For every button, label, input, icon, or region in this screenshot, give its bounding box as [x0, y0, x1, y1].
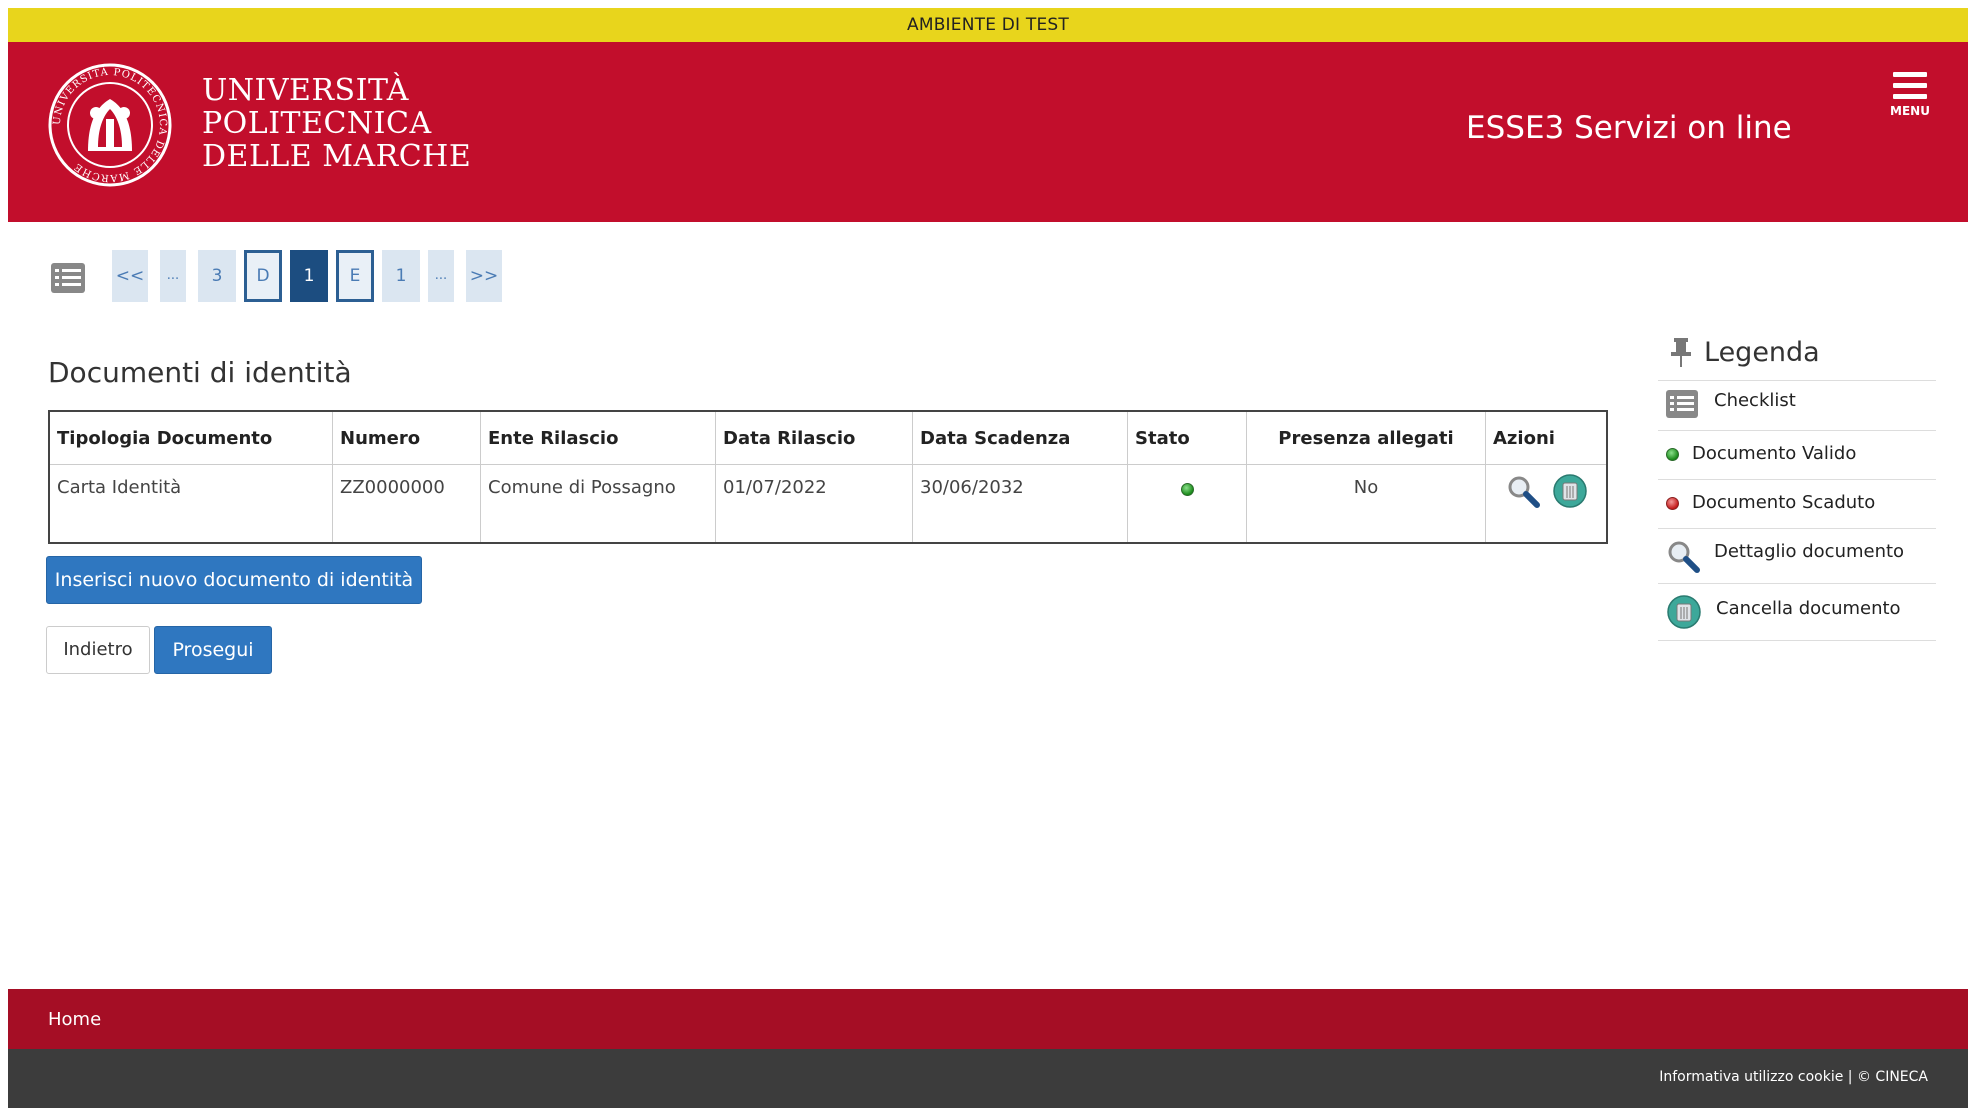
menu-label: MENU [1890, 104, 1930, 118]
page-frame: AMBIENTE DI TEST UNIVERSITÀ POLITECNICA … [8, 8, 1968, 1108]
legend-label: Documento Valido [1692, 443, 1857, 464]
red-dot-icon [1666, 497, 1679, 510]
step-e[interactable]: E [336, 250, 374, 302]
legend-label: Checklist [1714, 390, 1796, 411]
col-allegati: Presenza allegati [1246, 410, 1486, 465]
green-dot-icon [1180, 483, 1194, 496]
legend-label: Dettaglio documento [1714, 541, 1905, 562]
legend-title-text: Legenda [1704, 337, 1820, 368]
cell-stato [1127, 464, 1247, 544]
legend-panel: Legenda Checklist Documento Valido Docum… [1658, 330, 1936, 641]
legend-label: Cancella documento [1716, 598, 1901, 619]
step-ellipsis-right[interactable]: ... [428, 250, 454, 302]
legend-item-expired: Documento Scaduto [1658, 479, 1936, 528]
legend-item-valid: Documento Valido [1658, 430, 1936, 479]
next-button[interactable]: Prosegui [154, 626, 272, 674]
col-data-rilascio: Data Rilascio [715, 410, 913, 465]
test-environment-banner: AMBIENTE DI TEST [8, 8, 1968, 42]
insert-document-button[interactable]: Inserisci nuovo documento di identità [46, 556, 422, 604]
legend-item-detail: Dettaglio documento [1658, 528, 1936, 583]
cell-data-scadenza: 30/06/2032 [912, 464, 1128, 544]
cell-tipologia: Carta Identità [48, 464, 333, 544]
hamburger-icon [1884, 72, 1936, 99]
step-first[interactable]: << [112, 250, 148, 302]
col-data-scadenza: Data Scadenza [912, 410, 1128, 465]
checklist-icon [1666, 390, 1698, 418]
footer-bottom: Informativa utilizzo cookie | © CINECA [8, 1049, 1968, 1108]
back-button[interactable]: Indietro [46, 626, 150, 674]
trash-icon [1667, 595, 1701, 629]
magnifier-icon [1668, 541, 1700, 573]
cookie-policy-link[interactable]: Informativa utilizzo cookie [1659, 1069, 1843, 1085]
footer-info: Informativa utilizzo cookie | © CINECA [1659, 1069, 1928, 1085]
col-stato: Stato [1127, 410, 1247, 465]
magnifier-icon[interactable] [1506, 474, 1540, 508]
cell-data-rilascio: 01/07/2022 [715, 464, 913, 544]
documents-table: Tipologia Documento Numero Ente Rilascio… [48, 410, 1608, 544]
legend-item-checklist: Checklist [1658, 380, 1936, 430]
col-tipologia: Tipologia Documento [48, 410, 333, 465]
footer-nav: Home [8, 989, 1968, 1049]
page-title: Documenti di identità [48, 356, 352, 389]
footer-separator: | [1847, 1069, 1853, 1085]
university-name-line-1: UNIVERSITÀ [202, 73, 409, 108]
copyright-text: © CINECA [1856, 1069, 1928, 1085]
col-azioni: Azioni [1485, 410, 1608, 465]
pin-icon [1671, 338, 1691, 367]
university-name-line-2: POLITECNICA [202, 106, 432, 141]
step-d[interactable]: D [244, 250, 282, 302]
legend-label: Documento Scaduto [1692, 492, 1876, 513]
cell-numero: ZZ0000000 [332, 464, 481, 544]
cell-ente: Comune di Possagno [480, 464, 716, 544]
university-seal-logo[interactable]: UNIVERSITÀ POLITECNICA DELLE MARCHE [48, 63, 172, 187]
checklist-icon[interactable] [51, 263, 85, 293]
table-header-row: Tipologia Documento Numero Ente Rilascio… [48, 410, 1608, 465]
menu-button[interactable]: MENU [1884, 72, 1936, 118]
step-1[interactable]: 1 [382, 250, 420, 302]
legend-item-delete: Cancella documento [1658, 583, 1936, 641]
step-last[interactable]: >> [466, 250, 502, 302]
step-current[interactable]: 1 [290, 250, 328, 302]
university-name-line-3: DELLE MARCHE [202, 139, 472, 174]
step-ellipsis-left[interactable]: ... [160, 250, 186, 302]
home-link[interactable]: Home [48, 1009, 101, 1030]
legend-title: Legenda [1658, 330, 1936, 380]
cell-allegati: No [1246, 464, 1486, 544]
trash-icon[interactable] [1552, 473, 1588, 509]
university-name[interactable]: UNIVERSITÀ POLITECNICA DELLE MARCHE [202, 74, 471, 173]
service-title: ESSE3 Servizi on line [1466, 110, 1792, 146]
site-header: UNIVERSITÀ POLITECNICA DELLE MARCHE UNIV… [8, 42, 1968, 222]
table-row: Carta Identità ZZ0000000 Comune di Possa… [48, 464, 1608, 544]
step-3[interactable]: 3 [198, 250, 236, 302]
col-ente: Ente Rilascio [480, 410, 716, 465]
col-numero: Numero [332, 410, 481, 465]
cell-azioni [1485, 464, 1608, 544]
green-dot-icon [1666, 448, 1679, 461]
